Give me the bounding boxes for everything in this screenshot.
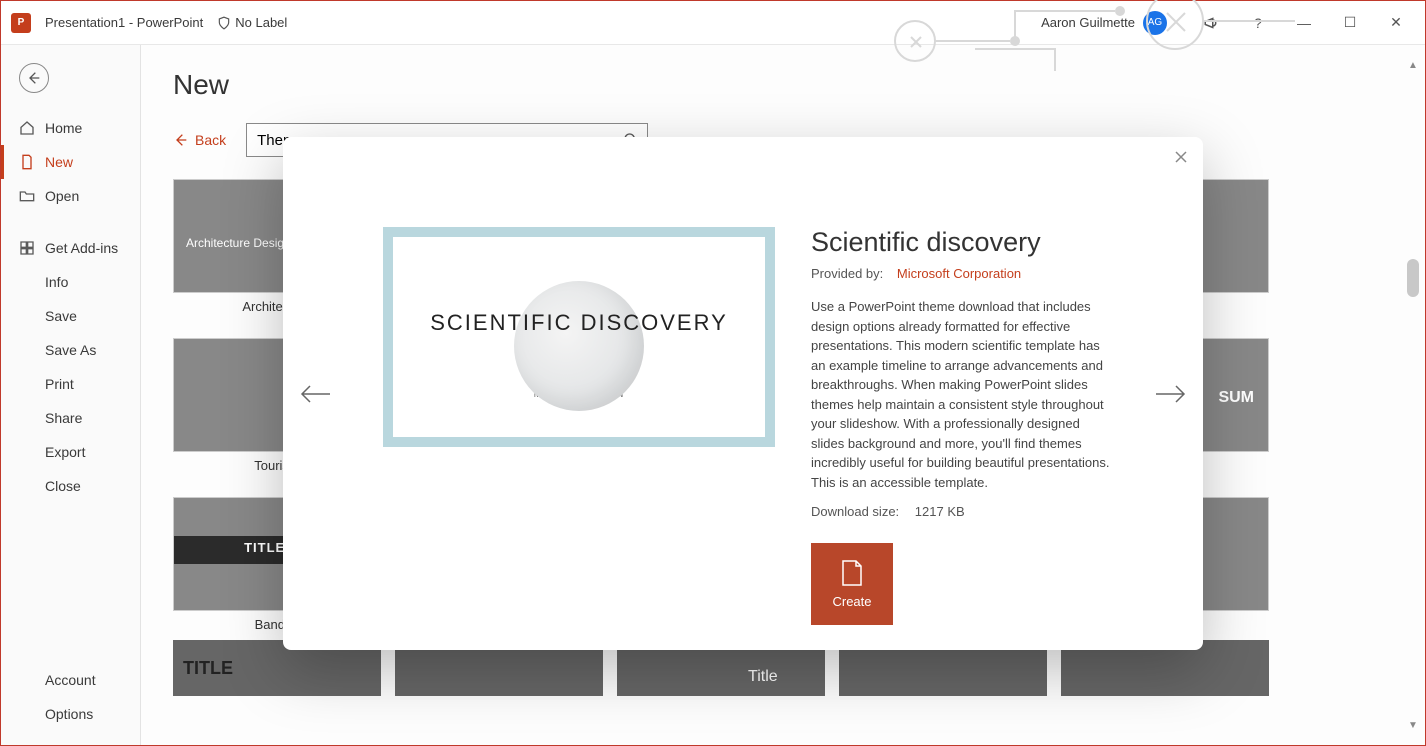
- preview-title: SCIENTIFIC DISCOVERY: [430, 310, 728, 336]
- template-details: Scientific discovery Provided by: Micros…: [811, 227, 1113, 625]
- sidebar-item-export[interactable]: Export: [1, 435, 140, 469]
- scrollbar[interactable]: ▲ ▼: [1407, 59, 1419, 731]
- user-avatar[interactable]: AG: [1143, 11, 1167, 35]
- next-template-button[interactable]: [1151, 374, 1191, 414]
- sidebar-item-label: Get Add-ins: [45, 240, 118, 256]
- arrow-left-icon: [173, 132, 189, 148]
- scroll-thumb[interactable]: [1407, 259, 1419, 297]
- sidebar-item-get-addins[interactable]: Get Add-ins: [1, 231, 140, 265]
- sidebar-item-label: Open: [45, 188, 79, 204]
- new-file-icon: [841, 560, 863, 586]
- powerpoint-icon: P: [11, 13, 31, 33]
- template-description: Use a PowerPoint theme download that inc…: [811, 297, 1113, 492]
- titlebar: P Presentation1 - PowerPoint No Label Aa…: [1, 1, 1425, 45]
- sidebar-item-info[interactable]: Info: [1, 265, 140, 299]
- preview-graphic: [514, 281, 644, 411]
- close-icon: [1175, 151, 1187, 163]
- document-title: Presentation1 - PowerPoint: [45, 15, 203, 30]
- sidebar-item-label: Home: [45, 120, 82, 136]
- template-preview-dialog: SCIENTIFIC DISCOVERY MIRJAM NILSSON Scie…: [283, 137, 1203, 650]
- template-title: Scientific discovery: [811, 227, 1113, 258]
- template-preview-image: SCIENTIFIC DISCOVERY MIRJAM NILSSON: [383, 227, 775, 447]
- close-window-button[interactable]: ✕: [1373, 1, 1419, 45]
- home-icon: [19, 120, 35, 136]
- sidebar-item-open[interactable]: Open: [1, 179, 140, 213]
- maximize-button[interactable]: ☐: [1327, 1, 1373, 45]
- sidebar-item-print[interactable]: Print: [1, 367, 140, 401]
- arrow-left-icon: [300, 384, 330, 404]
- arrow-left-icon: [26, 70, 42, 86]
- minimize-button[interactable]: —: [1281, 1, 1327, 45]
- shield-icon: [217, 16, 231, 30]
- help-button[interactable]: ?: [1235, 1, 1281, 45]
- sidebar-item-close[interactable]: Close: [1, 469, 140, 503]
- provided-by-label: Provided by:: [811, 266, 883, 281]
- user-name[interactable]: Aaron Guilmette: [1041, 15, 1135, 30]
- sidebar-item-new[interactable]: New: [1, 145, 140, 179]
- page-title: New: [167, 69, 1399, 101]
- folder-open-icon: [19, 188, 35, 204]
- back-link-label: Back: [195, 132, 226, 148]
- sensitivity-label-text: No Label: [235, 15, 287, 30]
- back-link[interactable]: Back: [167, 132, 226, 148]
- download-size-value: 1217 KB: [915, 504, 965, 519]
- megaphone-icon: [1203, 14, 1221, 32]
- close-dialog-button[interactable]: [1171, 147, 1191, 167]
- scroll-down-button[interactable]: ▼: [1407, 719, 1419, 731]
- download-size-label: Download size:: [811, 504, 899, 519]
- provider-link[interactable]: Microsoft Corporation: [897, 266, 1021, 281]
- sidebar-item-save[interactable]: Save: [1, 299, 140, 333]
- sidebar-item-share[interactable]: Share: [1, 401, 140, 435]
- sidebar-item-account[interactable]: Account: [1, 663, 140, 697]
- sensitivity-label[interactable]: No Label: [217, 15, 287, 30]
- sidebar-item-save-as[interactable]: Save As: [1, 333, 140, 367]
- create-button-label: Create: [832, 594, 871, 609]
- addins-icon: [19, 240, 35, 256]
- sidebar-item-home[interactable]: Home: [1, 111, 140, 145]
- create-button[interactable]: Create: [811, 543, 893, 625]
- coming-soon-button[interactable]: [1189, 1, 1235, 45]
- new-file-icon: [19, 154, 35, 170]
- sidebar-item-options[interactable]: Options: [1, 697, 140, 731]
- arrow-right-icon: [1156, 384, 1186, 404]
- backstage-sidebar: Home New Open Get Add-ins Info Save Save…: [1, 45, 141, 745]
- scroll-up-button[interactable]: ▲: [1407, 59, 1419, 71]
- sidebar-item-label: New: [45, 154, 73, 170]
- back-button[interactable]: [19, 63, 49, 93]
- app-window: P Presentation1 - PowerPoint No Label Aa…: [0, 0, 1426, 746]
- previous-template-button[interactable]: [295, 374, 335, 414]
